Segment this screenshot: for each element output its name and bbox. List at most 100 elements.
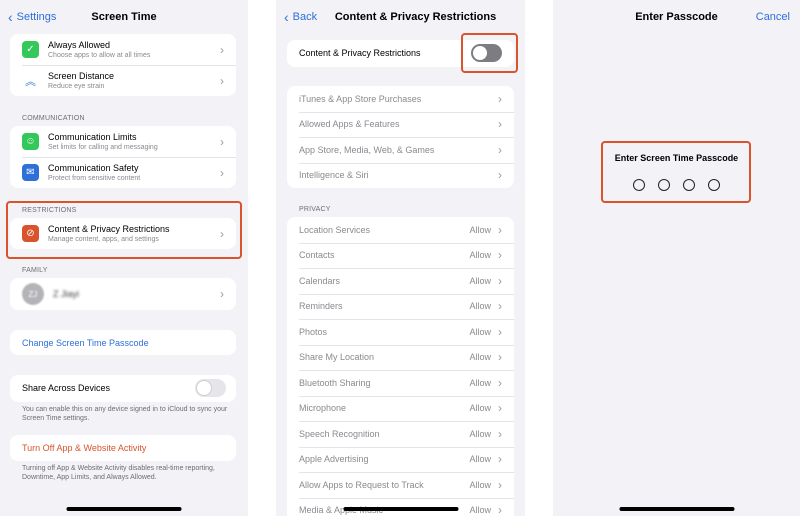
privacy-row[interactable]: Calendars Allow › [287, 268, 514, 294]
list-item-store-purchases[interactable]: iTunes & App Store Purchases › [287, 86, 514, 112]
toggle-knob [472, 45, 488, 61]
list-item-always-allowed[interactable]: ✓ Always Allowed Choose apps to allow at… [10, 34, 236, 65]
chevron-right-icon: › [498, 299, 502, 314]
privacy-row[interactable]: Allow Apps to Request to Track Allow › [287, 472, 514, 498]
allow-value: Allow [469, 454, 491, 465]
allow-value: Allow [469, 403, 491, 414]
section-label-restrictions: RESTRICTIONS [22, 207, 77, 214]
store-card: iTunes & App Store Purchases › Allowed A… [287, 86, 514, 188]
family-member-name: Z Jiayi [53, 289, 80, 299]
turn-off-footnote: Turning off App & Website Activity disab… [22, 465, 215, 481]
allow-value: Allow [469, 275, 491, 286]
item-label: Allow Apps to Request to Track [299, 479, 424, 490]
chevron-right-icon: › [220, 165, 224, 180]
no-entry-icon: ⊘ [22, 225, 39, 242]
restrictions-toggle[interactable] [471, 44, 502, 62]
enter-passcode-panel: Enter Passcode Cancel Enter Screen Time … [553, 0, 800, 516]
privacy-row[interactable]: Contacts Allow › [287, 242, 514, 269]
passcode-card: Change Screen Time Passcode [10, 330, 236, 355]
allow-value: Allow [469, 479, 491, 490]
nav-bar: ‹ Settings Screen Time [0, 0, 248, 34]
section-label-family: FAMILY [22, 267, 48, 274]
item-label: Share My Location [299, 352, 375, 363]
item-label: Calendars [299, 275, 341, 286]
passcode-dot [683, 179, 695, 191]
list-item-content-privacy[interactable]: ⊘ Content & Privacy Restrictions Manage … [10, 218, 236, 249]
privacy-row[interactable]: Apple Advertising Allow › [287, 446, 514, 473]
item-label: Location Services [299, 224, 371, 235]
person-circle-icon: ☺ [22, 133, 39, 150]
chevron-right-icon: › [220, 42, 224, 57]
allow-value: Allow [469, 505, 491, 516]
share-card: Share Across Devices [10, 375, 236, 402]
privacy-row[interactable]: Bluetooth Sharing Allow › [287, 370, 514, 396]
chevron-right-icon: › [498, 503, 502, 516]
item-label: App Store, Media, Web, & Games [299, 144, 435, 155]
item-label: Speech Recognition [299, 428, 380, 439]
privacy-row[interactable]: Share My Location Allow › [287, 344, 514, 371]
privacy-row[interactable]: Speech Recognition Allow › [287, 421, 514, 447]
item-title: Always Allowed [48, 39, 111, 50]
chevron-right-icon: › [498, 324, 502, 339]
passcode-dot [658, 179, 670, 191]
item-label: Allowed Apps & Features [299, 119, 400, 130]
list-item-communication-limits[interactable]: ☺ Communication Limits Set limits for ca… [10, 126, 236, 157]
change-passcode-button[interactable]: Change Screen Time Passcode [10, 330, 236, 355]
list-item-app-store-media[interactable]: App Store, Media, Web, & Games › [287, 137, 514, 163]
turn-off-label: Turn Off App & Website Activity [22, 443, 147, 453]
list-item-screen-distance[interactable]: ︽ Screen Distance Reduce eye strain › [10, 65, 236, 96]
item-label: Apple Advertising [299, 454, 369, 465]
item-subtitle: Reduce eye strain [48, 82, 105, 90]
passcode-prompt: Enter Screen Time Passcode [614, 153, 739, 163]
chevron-right-icon: › [498, 142, 502, 157]
chevron-right-icon: › [498, 248, 502, 263]
toggle-label: Content & Privacy Restrictions [299, 48, 421, 58]
privacy-row[interactable]: Photos Allow › [287, 319, 514, 345]
chevron-right-icon: › [220, 73, 224, 88]
item-subtitle: Set limits for calling and messaging [48, 143, 158, 151]
chevron-right-icon: › [498, 350, 502, 365]
item-label: Contacts [299, 250, 335, 261]
allow-value: Allow [469, 428, 491, 439]
restrictions-card: ⊘ Content & Privacy Restrictions Manage … [10, 218, 236, 249]
allow-value: Allow [469, 352, 491, 363]
family-member-row[interactable]: ZJ Z Jiayi › [10, 278, 236, 310]
chevron-right-icon: › [498, 477, 502, 492]
passcode-dot [708, 179, 720, 191]
passcode-dot [633, 179, 645, 191]
item-label: Photos [299, 326, 328, 337]
toggle-knob [196, 380, 212, 396]
list-item-intelligence-siri[interactable]: Intelligence & Siri › [287, 162, 514, 189]
item-label: Reminders [299, 301, 343, 312]
item-subtitle: Protect from sensitive content [48, 174, 141, 182]
home-indicator [66, 507, 182, 511]
item-subtitle: Manage content, apps, and settings [48, 235, 159, 243]
item-title: Communication Safety [48, 162, 139, 173]
chevron-right-icon: › [498, 117, 502, 132]
turn-off-card: Turn Off App & Website Activity [10, 435, 236, 461]
item-label: iTunes & App Store Purchases [299, 93, 422, 104]
chevron-right-icon: › [498, 452, 502, 467]
share-toggle[interactable] [195, 379, 226, 397]
top-settings-card: ✓ Always Allowed Choose apps to allow at… [10, 34, 236, 96]
home-indicator [343, 507, 458, 511]
chevron-right-icon: › [220, 287, 224, 301]
list-item-allowed-apps[interactable]: Allowed Apps & Features › [287, 111, 514, 138]
communication-card: ☺ Communication Limits Set limits for ca… [10, 126, 236, 188]
item-title: Communication Limits [48, 131, 137, 142]
privacy-row[interactable]: Microphone Allow › [287, 395, 514, 422]
turn-off-activity-button[interactable]: Turn Off App & Website Activity [10, 435, 236, 461]
cancel-button[interactable]: Cancel [756, 11, 790, 23]
share-footnote: You can enable this on any device signed… [22, 406, 228, 422]
privacy-row[interactable]: Reminders Allow › [287, 293, 514, 320]
chat-bubble-icon: ✉ [22, 164, 39, 181]
screen-time-panel: ‹ Settings Screen Time ✓ Always Allowed … [0, 0, 248, 516]
allow-value: Allow [469, 224, 491, 235]
chevron-right-icon: › [498, 426, 502, 441]
item-label: Bluetooth Sharing [299, 377, 371, 388]
passcode-dots[interactable] [633, 179, 720, 191]
privacy-row[interactable]: Location Services Allow › [287, 217, 514, 243]
item-label: Intelligence & Siri [299, 170, 369, 181]
list-item-communication-safety[interactable]: ✉ Communication Safety Protect from sens… [10, 157, 236, 188]
avatar: ZJ [22, 283, 44, 305]
